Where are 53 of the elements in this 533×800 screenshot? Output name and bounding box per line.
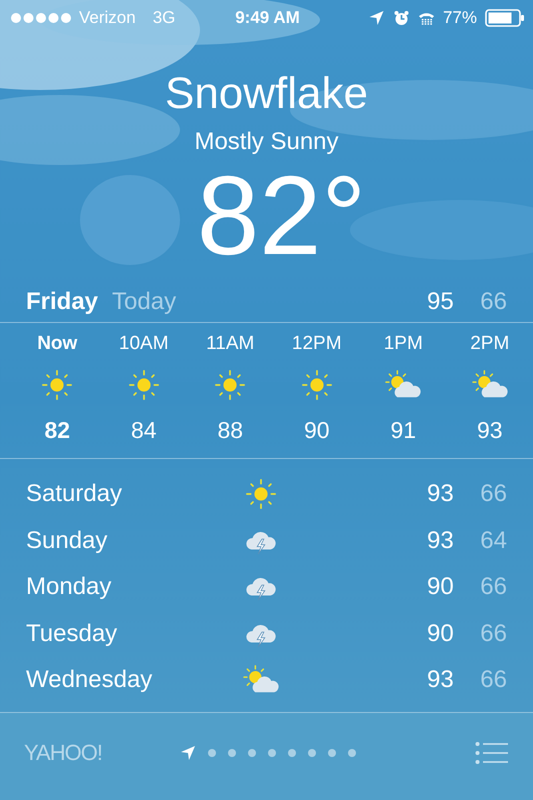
day-name: Saturday — [26, 480, 124, 508]
hour-label: 10AM — [118, 333, 169, 355]
hour-temperature: 93 — [476, 417, 503, 444]
low-temperature: 66 — [479, 620, 507, 648]
hour-temperature: 82 — [44, 417, 70, 444]
alarm-clock-icon — [392, 10, 410, 26]
high-temperature: 93 — [427, 526, 455, 555]
hour-label: 12PM — [292, 333, 342, 355]
high-temperature: 90 — [427, 573, 455, 602]
high-temperature: 93 — [427, 480, 455, 508]
low-temperature: 66 — [479, 573, 507, 602]
today-label: Today — [112, 288, 176, 316]
battery-percentage: 77% — [442, 8, 477, 28]
page-dot[interactable] — [208, 749, 216, 758]
high-temperature: 95 — [427, 288, 455, 316]
signal-strength-icon — [10, 12, 72, 24]
page-dot[interactable] — [348, 749, 356, 758]
low-temperature: 64 — [479, 526, 507, 555]
page-dot[interactable] — [288, 749, 296, 758]
current-temperature: 82° — [196, 156, 368, 276]
low-temperature: 66 — [479, 666, 507, 694]
page-dot[interactable] — [268, 749, 276, 758]
page-dot[interactable] — [228, 749, 236, 758]
hour-temperature: 90 — [304, 417, 330, 444]
carrier-name: Verizon — [79, 8, 136, 28]
hour-label: Now — [37, 333, 78, 355]
hour-temperature: 84 — [130, 417, 157, 444]
clock-time: 9:49 AM — [235, 8, 300, 28]
day-name: Monday — [26, 573, 112, 602]
low-temperature: 66 — [479, 480, 507, 508]
day-name: Sunday — [26, 526, 108, 555]
hour-temperature: 91 — [390, 417, 416, 444]
low-temperature: 66 — [479, 288, 507, 316]
page-dot[interactable] — [248, 749, 256, 758]
day-name: Tuesday — [26, 620, 118, 648]
hour-label: 2PM — [470, 333, 510, 355]
page-dot[interactable] — [328, 749, 336, 758]
high-temperature: 93 — [427, 666, 455, 694]
location-arrow-icon — [368, 10, 385, 26]
logo-text: YAHOO! — [24, 740, 103, 766]
hour-temperature: 88 — [217, 417, 244, 444]
location-arrow-icon[interactable] — [180, 745, 196, 762]
day-name: Wednesday — [26, 666, 154, 694]
hour-label: 11AM — [206, 333, 254, 355]
network-type: 3G — [152, 8, 176, 28]
list-icon[interactable] — [475, 741, 509, 766]
weather-condition: Mostly Sunny — [193, 128, 340, 156]
city-name: Snowflake — [164, 68, 369, 120]
hour-label: 1PM — [384, 333, 423, 355]
day-name: Friday — [26, 288, 98, 316]
high-temperature: 90 — [427, 620, 455, 648]
battery-icon — [485, 9, 525, 27]
page-dot[interactable] — [308, 749, 316, 758]
